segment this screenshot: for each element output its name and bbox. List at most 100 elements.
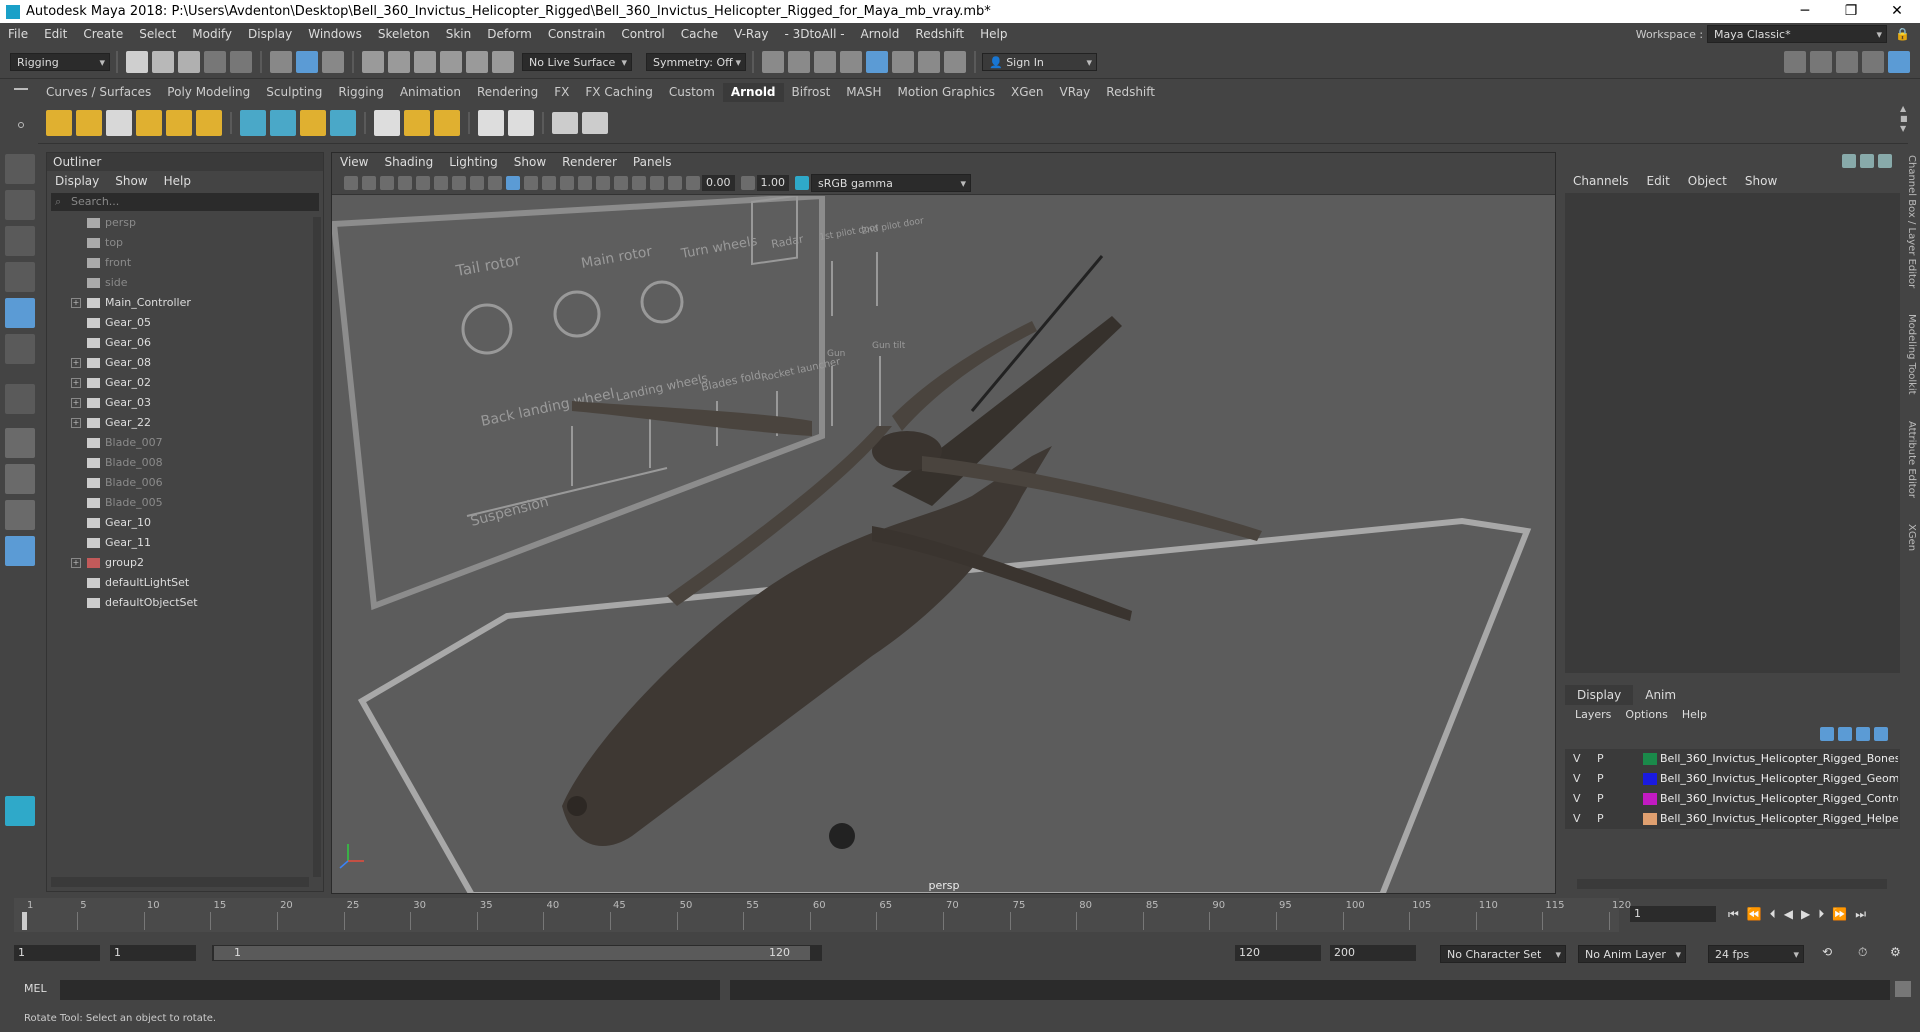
rotate-tool-icon[interactable]: [5, 298, 35, 328]
layer-visibility-toggle[interactable]: V: [1573, 769, 1581, 789]
motion-blur-icon[interactable]: [596, 175, 610, 190]
image-plane-icon[interactable]: [398, 175, 412, 190]
single-perspective-layout-icon[interactable]: [5, 428, 35, 458]
side-tab-channel-box[interactable]: Channel Box / Layer Editor: [1906, 155, 1917, 288]
layer-color-swatch[interactable]: [1643, 773, 1657, 785]
expand-icon[interactable]: +: [71, 398, 81, 408]
outliner-item[interactable]: persp: [47, 213, 323, 233]
viewport-menu-lighting[interactable]: Lighting: [441, 153, 506, 171]
new-layer-icon[interactable]: [1856, 727, 1870, 741]
menu-edit[interactable]: Edit: [36, 23, 75, 45]
maximize-button[interactable]: ❐: [1828, 0, 1874, 23]
physical-sky-icon[interactable]: [196, 109, 222, 136]
area-light-icon[interactable]: [46, 109, 72, 136]
tab-rigging[interactable]: Rigging: [330, 83, 391, 102]
menu-control[interactable]: Control: [613, 23, 672, 45]
tab-arnold[interactable]: Arnold: [722, 83, 784, 102]
layer-color-swatch[interactable]: [1643, 813, 1657, 825]
scene-canvas[interactable]: Tail rotor Main rotor Turn wheels Radar …: [332, 196, 1556, 894]
gamma-field[interactable]: 1.00: [756, 174, 789, 191]
viewport-menu-view[interactable]: View: [332, 153, 376, 171]
textured-icon[interactable]: [524, 175, 538, 190]
display-layer-row[interactable]: V P Bell_360_Invictus_Helicopter_Rigged_Co…: [1565, 789, 1900, 809]
menu-modify[interactable]: Modify: [184, 23, 240, 45]
move-layer-down-icon[interactable]: [1838, 727, 1852, 741]
layer-color-swatch[interactable]: [1643, 753, 1657, 765]
menu-arnold[interactable]: Arnold: [853, 23, 908, 45]
snap-surface-icon[interactable]: [466, 50, 488, 73]
render-view-icon[interactable]: [762, 50, 784, 73]
menu-constrain[interactable]: Constrain: [540, 23, 614, 45]
channelbox-icon-2[interactable]: [1860, 154, 1874, 168]
menu-vray[interactable]: V-Ray: [726, 23, 776, 45]
layer-menu-options[interactable]: Options: [1625, 708, 1667, 721]
minimize-button[interactable]: ─: [1782, 0, 1828, 23]
playback-end-field[interactable]: 120: [1235, 945, 1321, 961]
new-scene-icon[interactable]: [126, 50, 148, 73]
last-tool-icon[interactable]: [5, 384, 35, 414]
new-layer-selected-icon[interactable]: [1874, 727, 1888, 741]
tab-sculpting[interactable]: Sculpting: [258, 83, 330, 102]
flush-all-icon[interactable]: [434, 109, 460, 136]
outliner-item[interactable]: Blade_005: [47, 493, 323, 513]
menu-display[interactable]: Display: [240, 23, 300, 45]
tool-settings-icon[interactable]: [1862, 51, 1884, 73]
volume-icon[interactable]: [300, 109, 326, 136]
snap-point-icon[interactable]: [414, 50, 436, 73]
command-input[interactable]: [60, 980, 720, 1000]
close-button[interactable]: ✕: [1874, 0, 1920, 23]
layer-visibility-toggle[interactable]: V: [1573, 809, 1581, 829]
outliner-item[interactable]: defaultLightSet: [47, 573, 323, 593]
outliner-item[interactable]: + group2: [47, 553, 323, 573]
anti-aliasing-icon[interactable]: [614, 175, 628, 190]
start-frame-field[interactable]: 1: [14, 945, 100, 961]
save-scene-icon[interactable]: [178, 50, 200, 73]
mesh-light-icon[interactable]: [76, 109, 102, 136]
go-to-start-icon[interactable]: ⏮: [1728, 907, 1739, 922]
display-layer-row[interactable]: V P Bell_360_Invictus_Helicopter_Rigged_He…: [1565, 809, 1900, 829]
human-ik-icon[interactable]: [1810, 51, 1832, 73]
outliner-hscrollbar[interactable]: [51, 877, 309, 887]
menu-windows[interactable]: Windows: [300, 23, 370, 45]
channel-box-icon[interactable]: [1888, 51, 1910, 73]
layer-hscrollbar[interactable]: [1577, 879, 1887, 889]
paint-select-tool-icon[interactable]: [5, 226, 35, 256]
color-management-icon[interactable]: [795, 175, 809, 190]
channelbox-icon-3[interactable]: [1878, 154, 1892, 168]
script-editor-icon[interactable]: [1895, 981, 1911, 997]
tab-mash[interactable]: MASH: [838, 83, 889, 102]
side-tab-xgen[interactable]: XGen: [1906, 524, 1917, 551]
layer-playback-toggle[interactable]: P: [1597, 809, 1604, 829]
step-back-key-icon[interactable]: ⏪: [1747, 907, 1762, 921]
outliner-item[interactable]: Blade_007: [47, 433, 323, 453]
open-scene-icon[interactable]: [152, 50, 174, 73]
anim-layer-dropdown[interactable]: No Anim Layer: [1578, 945, 1686, 963]
redo-icon[interactable]: [230, 50, 252, 73]
end-frame-field[interactable]: 200: [1330, 945, 1416, 961]
expand-icon[interactable]: +: [71, 298, 81, 308]
tab-vray[interactable]: VRay: [1052, 83, 1099, 102]
select-hierarchy-icon[interactable]: [270, 50, 292, 73]
render-frame-icon[interactable]: [788, 50, 810, 73]
layer-tab-display[interactable]: Display: [1565, 685, 1634, 705]
layer-playback-toggle[interactable]: P: [1597, 789, 1604, 809]
fps-dropdown[interactable]: 24 fps: [1708, 945, 1804, 963]
wireframe-icon[interactable]: [488, 175, 502, 190]
channelbox-panel[interactable]: [1565, 193, 1900, 673]
outliner-item[interactable]: Gear_10: [47, 513, 323, 533]
shader-ball-icon[interactable]: [508, 109, 534, 136]
menu-cache[interactable]: Cache: [673, 23, 726, 45]
snap-pivot-icon[interactable]: [492, 50, 514, 73]
range-slider[interactable]: 1 120: [212, 945, 822, 961]
outliner-item[interactable]: + Gear_22: [47, 413, 323, 433]
layer-menu-layers[interactable]: Layers: [1575, 708, 1611, 721]
skydome-light-icon[interactable]: [136, 109, 162, 136]
isolate-select-icon[interactable]: [632, 175, 646, 190]
outliner-menu-display[interactable]: Display: [55, 171, 99, 191]
resolution-gate-icon[interactable]: [452, 175, 466, 190]
play-forwards-icon[interactable]: ▶: [1801, 907, 1810, 921]
outliner-item[interactable]: + Gear_02: [47, 373, 323, 393]
layer-menu-help[interactable]: Help: [1682, 708, 1707, 721]
tab-bifrost[interactable]: Bifrost: [784, 83, 839, 102]
four-view-layout-icon[interactable]: [5, 464, 35, 494]
